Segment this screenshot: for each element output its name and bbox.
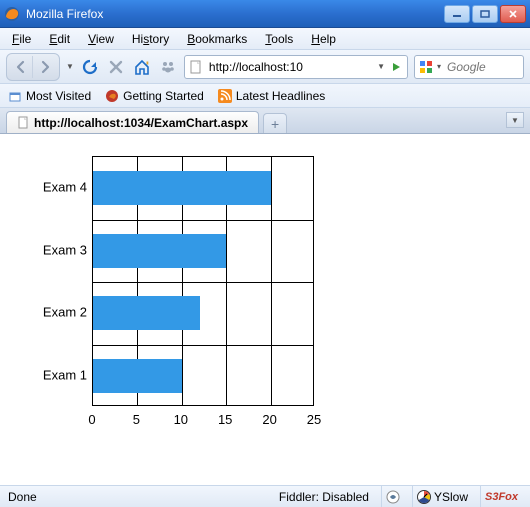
yslow-icon [417, 490, 431, 504]
noscript-icon[interactable] [381, 486, 404, 507]
menu-help[interactable]: Help [303, 30, 344, 48]
url-input[interactable] [207, 59, 373, 75]
tab-active[interactable]: http://localhost:1034/ExamChart.aspx [6, 111, 259, 133]
s3fox-button[interactable]: S3Fox [480, 486, 522, 507]
gridline-v [271, 157, 272, 405]
most-visited-icon [8, 89, 22, 103]
bookmark-latest-headlines[interactable]: Latest Headlines [218, 89, 325, 103]
x-tick-label: 10 [174, 412, 188, 427]
bookmark-label: Latest Headlines [236, 89, 325, 103]
menu-file[interactable]: File [4, 30, 39, 48]
search-bar[interactable]: ▾ [414, 55, 524, 79]
nav-history-dropdown[interactable]: ▼ [66, 62, 74, 71]
google-icon [419, 60, 433, 74]
tab-label: http://localhost:1034/ExamChart.aspx [34, 116, 248, 130]
close-button[interactable] [500, 5, 526, 23]
chart-bar [93, 171, 271, 205]
yslow-button[interactable]: YSlow [412, 486, 472, 507]
go-button[interactable] [389, 60, 403, 74]
status-text: Done [8, 490, 37, 504]
gridline-h [93, 345, 313, 346]
bookmark-most-visited[interactable]: Most Visited [8, 89, 91, 103]
bookmarks-toolbar: Most Visited Getting Started Latest Head… [0, 84, 530, 108]
x-tick-label: 0 [88, 412, 95, 427]
rss-icon [218, 89, 232, 103]
url-dropdown[interactable]: ▼ [377, 62, 385, 71]
x-tick-label: 15 [218, 412, 232, 427]
url-bar[interactable]: ▼ [184, 55, 408, 79]
chart-plot-area [92, 156, 314, 406]
paw-icon[interactable] [158, 57, 178, 77]
status-bar: Done Fiddler: Disabled YSlow S3Fox [0, 485, 530, 507]
bookmark-label: Getting Started [123, 89, 204, 103]
bookmark-label: Most Visited [26, 89, 91, 103]
navigation-toolbar: ▼ ▼ ▾ [0, 50, 530, 84]
page-icon [17, 116, 30, 129]
menu-view[interactable]: View [80, 30, 122, 48]
x-tick-label: 5 [133, 412, 140, 427]
tab-strip: http://localhost:1034/ExamChart.aspx + ▼ [0, 108, 530, 134]
reload-button[interactable] [80, 57, 100, 77]
getting-started-icon [105, 89, 119, 103]
bookmark-getting-started[interactable]: Getting Started [105, 89, 204, 103]
maximize-button[interactable] [472, 5, 498, 23]
y-tick-label: Exam 4 [32, 180, 87, 195]
search-engine-dropdown[interactable]: ▾ [437, 62, 441, 71]
y-tick-label: Exam 3 [32, 242, 87, 257]
menu-history[interactable]: History [124, 30, 177, 48]
exam-chart: 0 5 10 15 20 25 Exam 4 Exam 3 Exam 2 Exam 1 [32, 156, 322, 436]
window-title: Mozilla Firefox [26, 7, 444, 21]
menubar: File Edit View History Bookmarks Tools H… [0, 28, 530, 50]
minimize-button[interactable] [444, 5, 470, 23]
back-button[interactable] [9, 56, 33, 78]
search-input[interactable] [445, 59, 519, 75]
x-tick-label: 20 [262, 412, 276, 427]
gridline-h [93, 220, 313, 221]
gridline-h [93, 282, 313, 283]
chart-bar [93, 234, 226, 268]
y-tick-label: Exam 1 [32, 367, 87, 382]
menu-bookmarks[interactable]: Bookmarks [179, 30, 255, 48]
fiddler-status[interactable]: Fiddler: Disabled [275, 486, 373, 507]
forward-button[interactable] [33, 56, 57, 78]
page-content: 0 5 10 15 20 25 Exam 4 Exam 3 Exam 2 Exam 1 [2, 134, 528, 485]
window-titlebar: Mozilla Firefox [0, 0, 530, 28]
menu-edit[interactable]: Edit [41, 30, 78, 48]
y-tick-label: Exam 2 [32, 305, 87, 320]
chart-bar [93, 296, 200, 330]
x-tick-label: 25 [307, 412, 321, 427]
menu-tools[interactable]: Tools [257, 30, 301, 48]
new-tab-button[interactable]: + [263, 113, 287, 133]
chart-bar [93, 359, 182, 393]
page-icon [189, 60, 203, 74]
firefox-icon [4, 6, 20, 22]
stop-button[interactable] [106, 57, 126, 77]
list-all-tabs-button[interactable]: ▼ [506, 112, 524, 128]
home-button[interactable] [132, 57, 152, 77]
